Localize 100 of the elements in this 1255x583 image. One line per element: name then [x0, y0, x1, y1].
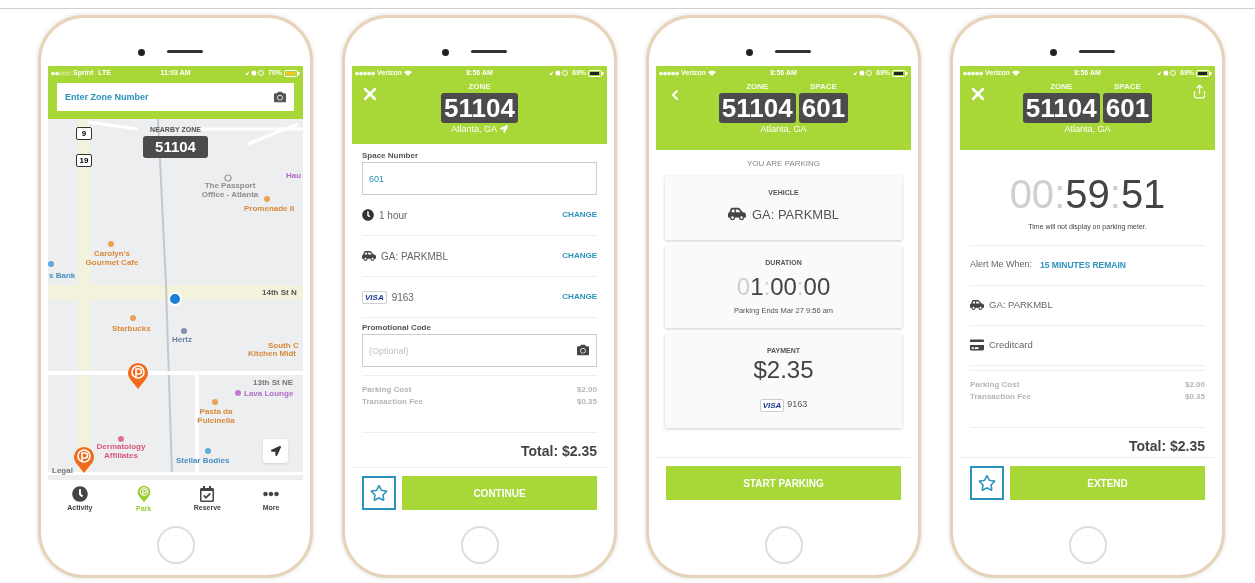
cost-amount: $0.35 — [1184, 390, 1205, 403]
code-value: 51104 — [441, 93, 518, 123]
cost-label: Transaction Fee — [362, 396, 423, 408]
timer-digits: : — [796, 274, 804, 299]
card-logo: VISA — [362, 290, 387, 304]
map-label: Hertz — [172, 335, 192, 344]
row-text: GA: PARKMBL — [381, 249, 450, 264]
cost-amount: $2.00 — [1184, 378, 1205, 391]
status-icons — [244, 70, 266, 76]
space-number-field[interactable]: 601 — [362, 162, 597, 195]
map-label: Pasta da Pulcinella — [196, 407, 236, 425]
star-icon[interactable] — [370, 484, 388, 502]
clock-icon[interactable] — [71, 486, 88, 502]
cost-amount: $0.35 — [576, 396, 597, 408]
status-icons — [1156, 70, 1178, 76]
location-text: Atlanta, GA — [1064, 123, 1111, 135]
row-text: 1 hour — [379, 208, 409, 223]
timer-digits: : — [1109, 174, 1121, 214]
location-arrow-icon[interactable] — [270, 446, 281, 456]
map-label: 14th St N — [262, 288, 297, 297]
phone-speaker — [167, 50, 203, 53]
code-label: ZONE — [1050, 81, 1073, 93]
camera-icon[interactable] — [577, 344, 589, 356]
route-shield: 19 — [76, 154, 92, 167]
cost-label: Parking Cost — [970, 378, 1020, 391]
locate-button[interactable] — [263, 439, 288, 463]
battery-icon — [1196, 69, 1212, 77]
code-value: 601 — [1102, 93, 1153, 123]
location-text: Atlanta, GA — [760, 123, 807, 135]
total-amount: Total: $2.35 — [1129, 436, 1205, 456]
car-icon — [362, 249, 376, 263]
signal-icon — [51, 70, 71, 76]
phone-speaker — [775, 50, 811, 53]
location-text: Atlanta, GA — [451, 123, 497, 135]
map-label: Kitchen Midt — [248, 349, 296, 358]
phone-camera — [138, 49, 145, 56]
parking-pin-icon — [73, 446, 95, 474]
change-link[interactable]: CHANGE — [562, 209, 597, 221]
phone-camera — [1050, 49, 1057, 56]
timer-digits: 1 — [750, 274, 764, 299]
section-heading: YOU ARE PARKING — [745, 158, 822, 170]
nearby-zone-number[interactable]: 51104 — [143, 135, 208, 158]
parking-pin-icon[interactable] — [136, 485, 151, 503]
map-label: Starbucks — [112, 324, 151, 333]
signal-icon — [355, 70, 375, 76]
timer-digits: 51 — [1120, 174, 1166, 214]
cost-label: Parking Cost — [362, 384, 412, 396]
row-text: 9163 — [391, 290, 415, 305]
change-link[interactable]: CHANGE — [562, 250, 597, 262]
alert-time-link[interactable]: 15 MINUTES REMAIN — [1040, 258, 1126, 272]
phone-speaker — [471, 50, 507, 53]
map-label: Lava Lounge — [244, 389, 294, 398]
cost-label: Transaction Fee — [970, 390, 1031, 403]
star-icon[interactable] — [978, 474, 996, 492]
status-icons — [852, 70, 874, 76]
status-icons — [548, 70, 570, 76]
wifi-icon — [403, 70, 412, 76]
field-label: Promotional Code — [362, 322, 432, 334]
map-label: Stellar Bodies — [176, 456, 230, 465]
calendar-check-icon[interactable] — [199, 486, 216, 502]
favorite-button[interactable] — [970, 466, 1004, 500]
map-label: Hau — [286, 171, 302, 180]
timer-digits: 00 — [770, 274, 797, 299]
route-shield: 9 — [76, 127, 92, 140]
map-label: Promenade II — [244, 204, 295, 213]
signal-icon — [963, 70, 983, 76]
wifi-icon — [707, 70, 716, 76]
map-label: 13th St NE — [253, 378, 293, 387]
code-label: ZONE — [468, 81, 491, 93]
timer-digits: 00 — [803, 274, 831, 299]
signal-icon — [659, 70, 679, 76]
card-number: 9163 — [787, 398, 808, 412]
zone-search-field[interactable]: Enter Zone Number — [57, 83, 294, 111]
parking-pin-icon — [127, 362, 149, 390]
map-label: The Passport Office - Atlanta — [200, 181, 260, 199]
field-label: Space Number — [362, 150, 420, 162]
code-value: 601 — [798, 93, 849, 123]
card-logo: VISA — [759, 398, 785, 412]
timer-digits: : — [763, 274, 771, 299]
map-label: South C — [268, 341, 299, 350]
map-label: Legal — [52, 466, 73, 475]
battery-icon — [284, 69, 300, 77]
payment-amount: $2.35 — [753, 358, 814, 383]
camera-icon[interactable] — [274, 91, 286, 103]
favorite-button[interactable] — [362, 476, 396, 510]
battery-icon — [588, 69, 604, 77]
vehicle-plate: GA: PARKMBL — [751, 205, 840, 224]
map-label: s Bank — [49, 271, 76, 280]
map-label: Carolyn's Gourmet Cafe — [84, 249, 140, 267]
phone-speaker — [1079, 50, 1115, 53]
row-text: GA: PARKMBL — [989, 297, 1053, 312]
car-icon — [970, 298, 984, 312]
map-label: Dermatology Affiliates — [95, 442, 147, 460]
timer-digits: : — [1054, 174, 1066, 214]
change-link[interactable]: CHANGE — [562, 291, 597, 303]
code-label: ZONE — [746, 81, 769, 93]
credit-card-icon — [970, 338, 984, 352]
current-location-dot — [168, 292, 182, 306]
battery-icon — [892, 69, 908, 77]
code-value: 51104 — [1022, 93, 1100, 123]
